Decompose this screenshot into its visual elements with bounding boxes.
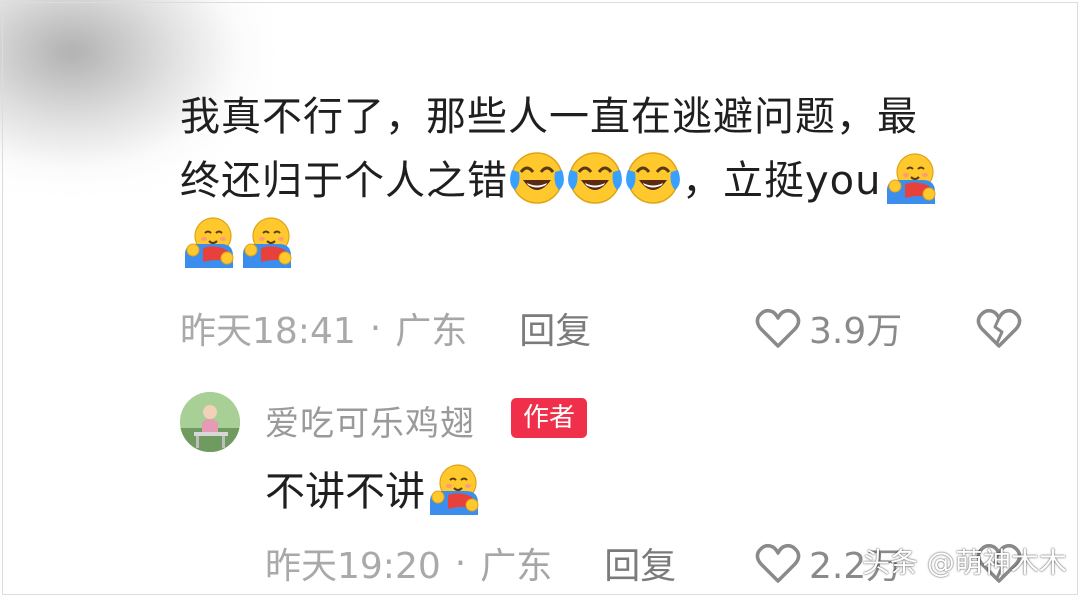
reply-meta: 昨天19:20 · 广东 回复 [265, 535, 676, 591]
reply-body: 不讲不讲 [265, 460, 483, 524]
comment-line-2-text: 终还归于个人之错 [180, 158, 508, 204]
meta-separator: · [369, 307, 382, 349]
meta-separator: · [454, 542, 467, 584]
like-count: 3.9万 [809, 311, 903, 352]
broken-heart-icon[interactable] [976, 307, 1022, 349]
hug-emoji [883, 150, 939, 206]
comment-time: 昨天18:41 [180, 311, 356, 352]
comment-line-3 [180, 213, 1010, 277]
reply-button[interactable]: 回复 [519, 302, 591, 354]
comment-body: 我真不行了，那些人一直在逃避问题，最 终还归于个人之错 ，立挺you [180, 85, 1010, 277]
reply-text: 不讲不讲 [265, 469, 425, 515]
author-badge: 作者 [511, 398, 588, 438]
comment-meta: 昨天18:41 · 广东 回复 [180, 300, 591, 356]
watermark: 头条 @萌神木木 [862, 546, 1067, 579]
avatar[interactable] [180, 392, 240, 452]
comment-screenshot: 我真不行了，那些人一直在逃避问题，最 终还归于个人之错 ，立挺you 昨天18:4… [0, 0, 1080, 597]
avatar-image [180, 392, 240, 452]
hug-emoji [181, 214, 237, 270]
heart-outline-icon [755, 308, 801, 348]
laugh-cry-emoji [509, 150, 565, 206]
laugh-cry-emoji [625, 150, 681, 206]
reply-location: 广东 [480, 546, 553, 587]
comment-line-2-suffix: ，立挺you [682, 158, 882, 204]
laugh-cry-emoji [567, 150, 623, 206]
comment-line-1: 我真不行了，那些人一直在逃避问题，最 [180, 94, 918, 140]
reply-username[interactable]: 爱吃可乐鸡翅 [265, 396, 475, 445]
heart-outline-icon [755, 543, 801, 583]
comment-line-2: 终还归于个人之错 ，立挺you [180, 149, 1010, 213]
reply-time: 昨天19:20 [265, 546, 441, 587]
hug-emoji [239, 214, 295, 270]
comment-location: 广东 [395, 311, 468, 352]
like-button[interactable]: 3.9万 [755, 300, 902, 356]
reply-button[interactable]: 回复 [604, 537, 676, 589]
hug-emoji [426, 461, 482, 517]
